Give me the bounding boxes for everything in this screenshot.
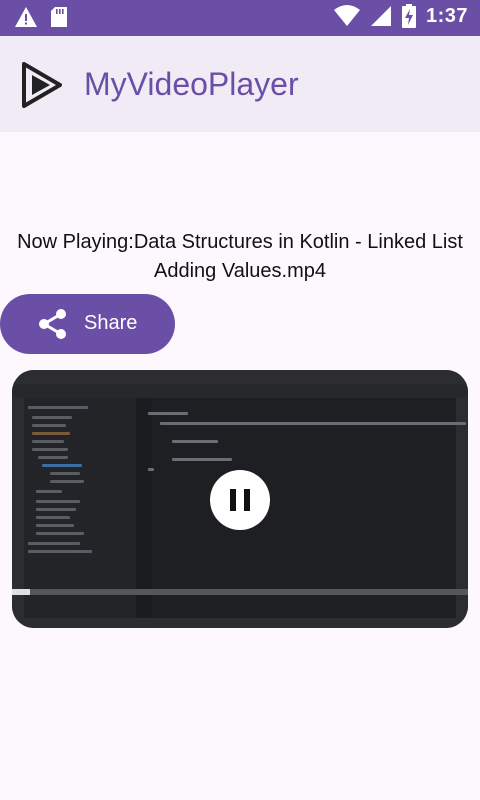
- video-player[interactable]: [12, 370, 468, 628]
- sd-card-icon: [51, 7, 67, 27]
- now-playing-text: Now Playing:Data Structures in Kotlin - …: [17, 231, 463, 282]
- battery-charging-icon: [401, 4, 416, 28]
- app-title: MyVideoPlayer: [84, 66, 299, 102]
- pause-icon: [230, 489, 236, 511]
- cellular-signal-icon: [370, 6, 391, 26]
- play-logo-icon: [22, 62, 62, 108]
- share-icon: [39, 309, 66, 339]
- status-bar: 1:37: [0, 0, 480, 36]
- warning-icon: [15, 7, 37, 27]
- video-progress-fill: [12, 589, 30, 595]
- share-button[interactable]: Share: [0, 294, 175, 354]
- clock: 1:37: [425, 4, 468, 27]
- pause-button[interactable]: [210, 470, 270, 530]
- app-bar: MyVideoPlayer: [0, 36, 480, 132]
- video-progress-track[interactable]: [12, 589, 468, 595]
- wifi-icon: [333, 5, 360, 26]
- share-button-label: Share: [84, 312, 138, 334]
